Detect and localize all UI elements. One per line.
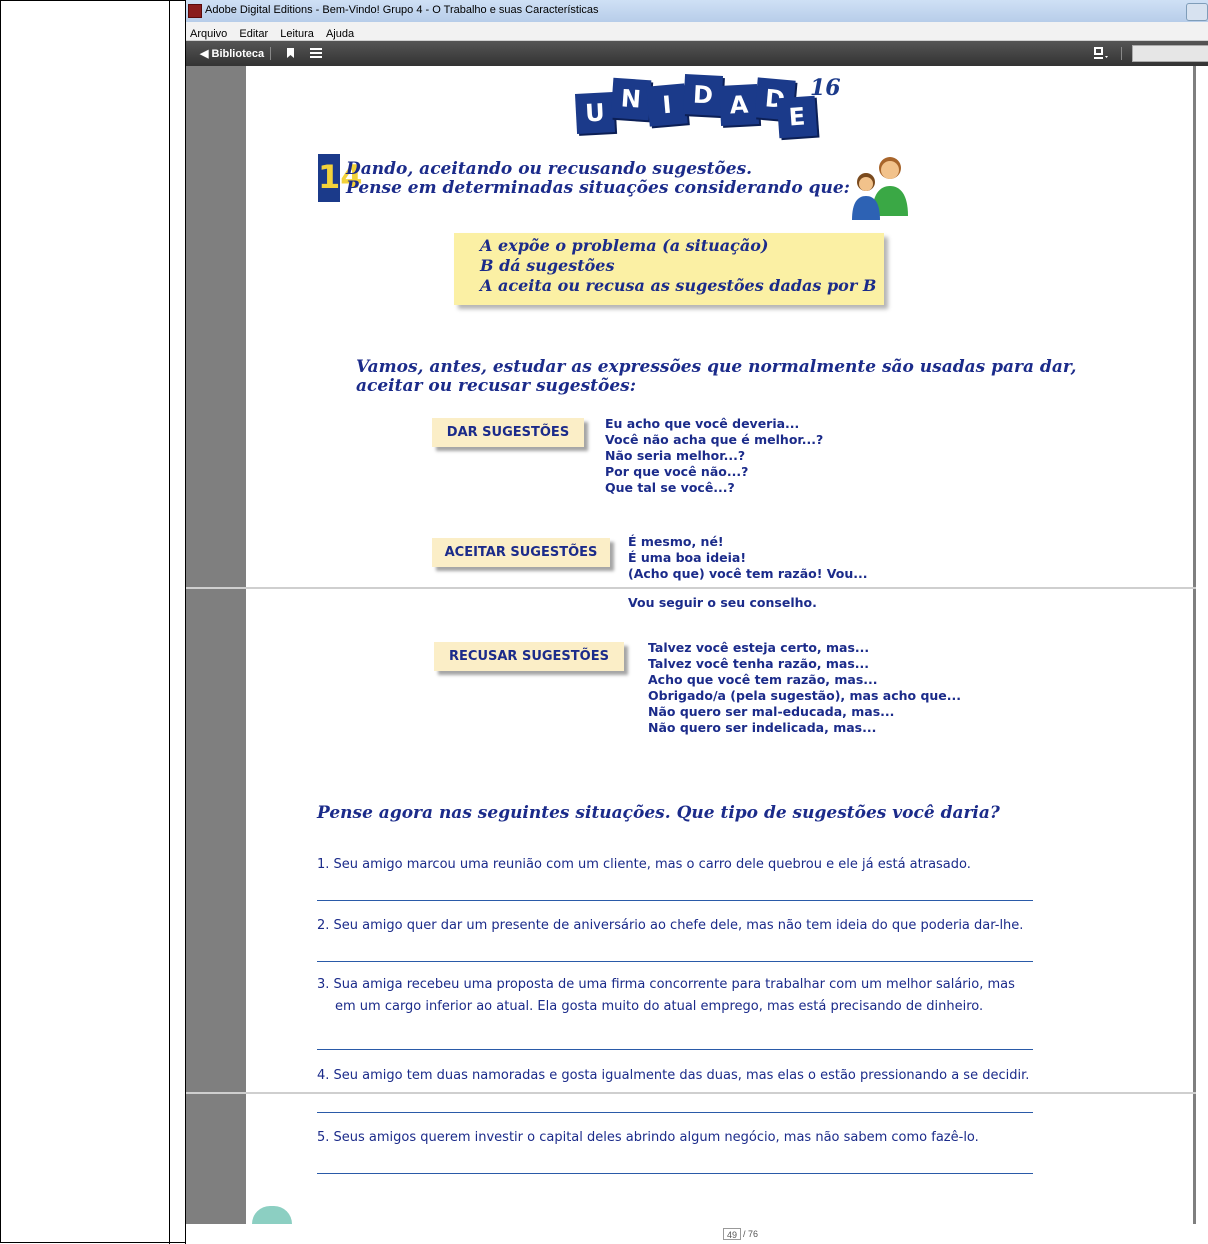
answer-line[interactable]: [317, 961, 1033, 962]
expression-item: (Acho que) você tem razão! Vou...: [628, 566, 868, 581]
note-line: A expõe o problema (a situação): [480, 236, 769, 255]
people-illustration-icon: [852, 157, 908, 220]
tag-recusar-sugestoes: RECUSAR SUGESTÕES: [434, 642, 624, 671]
expression-item: Por que você não...?: [605, 464, 749, 479]
tag-dar-sugestoes: DAR SUGESTÕES: [432, 418, 584, 447]
expression-item: Acho que você tem razão, mas...: [648, 672, 878, 687]
current-page-field[interactable]: 49: [723, 1228, 741, 1240]
expression-item: Talvez você tenha razão, mas...: [648, 656, 870, 671]
app-window: Adobe Digital Editions - Bem-Vindo! Grup…: [185, 0, 1208, 1244]
toolbar-divider: [270, 47, 271, 60]
left-blank-column: [0, 0, 170, 1244]
question-item: 2. Seu amigo quer dar um presente de ani…: [317, 918, 1024, 933]
expression-list-dar: Eu acho que você deveria... Você não ach…: [605, 416, 823, 496]
page-break: [186, 1092, 1196, 1094]
expression-item: É mesmo, né!: [628, 534, 724, 549]
decorative-blob: [252, 1206, 292, 1224]
expression-item: Talvez você esteja certo, mas...: [648, 640, 870, 655]
toc-list-icon[interactable]: [310, 48, 322, 58]
viewer-right-edge: [1193, 66, 1196, 1224]
expression-item: Não quero ser mal-educada, mas...: [648, 704, 895, 719]
answer-line[interactable]: [317, 1173, 1033, 1174]
menu-bar: Arquivo Editar Leitura Ajuda: [186, 22, 1208, 41]
reader-toolbar: ◀ Biblioteca: [186, 41, 1208, 66]
expression-item: Eu acho que você deveria...: [605, 416, 800, 431]
expression-item: Vou seguir o seu conselho.: [628, 595, 817, 610]
answer-line[interactable]: [317, 1049, 1033, 1050]
note-line: A aceita ou recusa as sugestões dadas po…: [480, 276, 877, 295]
question-item: 3. Sua amiga recebeu uma proposta de uma…: [317, 977, 1015, 992]
section-title-line2: Pense em determinadas situações consider…: [346, 178, 850, 198]
unidade-letter: A: [718, 84, 760, 126]
bookmark-icon[interactable]: [287, 48, 294, 58]
intro-line2: aceitar ou recusar sugestões:: [356, 376, 637, 396]
unidade-letter: E: [776, 95, 818, 139]
app-icon: [188, 4, 202, 18]
library-back-button[interactable]: ◀ Biblioteca: [200, 47, 264, 60]
page-break: [186, 587, 1196, 589]
expression-list-recusar: Talvez você esteja certo, mas... Talvez …: [648, 640, 961, 736]
intro-line1: Vamos, antes, estudar as expressões que …: [356, 357, 1077, 377]
expression-item: Não quero ser indelicada, mas...: [648, 720, 877, 735]
question-item: 4. Seu amigo tem duas namoradas e gosta …: [317, 1068, 1030, 1083]
expression-list-aceitar: É mesmo, né! É uma boa ideia! (Acho que)…: [628, 534, 868, 582]
expression-item: Não seria melhor...?: [605, 448, 746, 463]
answer-line[interactable]: [317, 1112, 1033, 1113]
viewer-gutter: [186, 66, 246, 1224]
page-status: 49 / 76: [186, 1224, 1208, 1244]
section-title-line1: Dando, aceitando ou recusando sugestões.: [346, 159, 753, 179]
tag-aceitar-sugestoes: ACEITAR SUGESTÕES: [432, 538, 610, 567]
window-controls-icon[interactable]: [1186, 3, 1208, 21]
expression-item: Você não acha que é melhor...?: [605, 432, 824, 447]
expression-item: É uma boa ideia!: [628, 550, 747, 565]
expression-item: Obrigado/a (pela sugestão), mas acho que…: [648, 688, 962, 703]
unidade-letter: I: [646, 83, 688, 127]
unidade-letter: N: [610, 77, 652, 121]
toolbar-divider: [1121, 47, 1122, 60]
question-item-continuation: em um cargo inferior ao atual. Ela gosta…: [335, 999, 984, 1014]
unidade-letter: U: [574, 92, 616, 134]
questions-title: Pense agora nas seguintes situações. Que…: [317, 803, 1000, 823]
unidade-letter: D: [682, 74, 724, 116]
question-item: 5. Seus amigos querem investir o capital…: [317, 1130, 979, 1145]
question-item: 1. Seu amigo marcou uma reunião com um c…: [317, 857, 971, 872]
total-pages: / 76: [743, 1229, 759, 1239]
roles-note-box: A expõe o problema (a situação) B dá sug…: [454, 233, 884, 305]
section-number: 14: [318, 154, 363, 202]
note-line: B dá sugestões: [480, 256, 615, 275]
search-input[interactable]: [1132, 45, 1208, 62]
expression-item: Que tal se você...?: [605, 480, 735, 495]
title-bar: Adobe Digital Editions - Bem-Vindo! Grup…: [186, 0, 1208, 22]
view-mode-icon[interactable]: [1094, 47, 1108, 59]
unidade-number: 16: [810, 75, 841, 101]
page-viewer[interactable]: U N I D A D E 16 14 Dando, aceitando ou …: [186, 66, 1208, 1224]
answer-line[interactable]: [317, 900, 1033, 901]
window-title: Adobe Digital Editions - Bem-Vindo! Grup…: [205, 4, 599, 16]
